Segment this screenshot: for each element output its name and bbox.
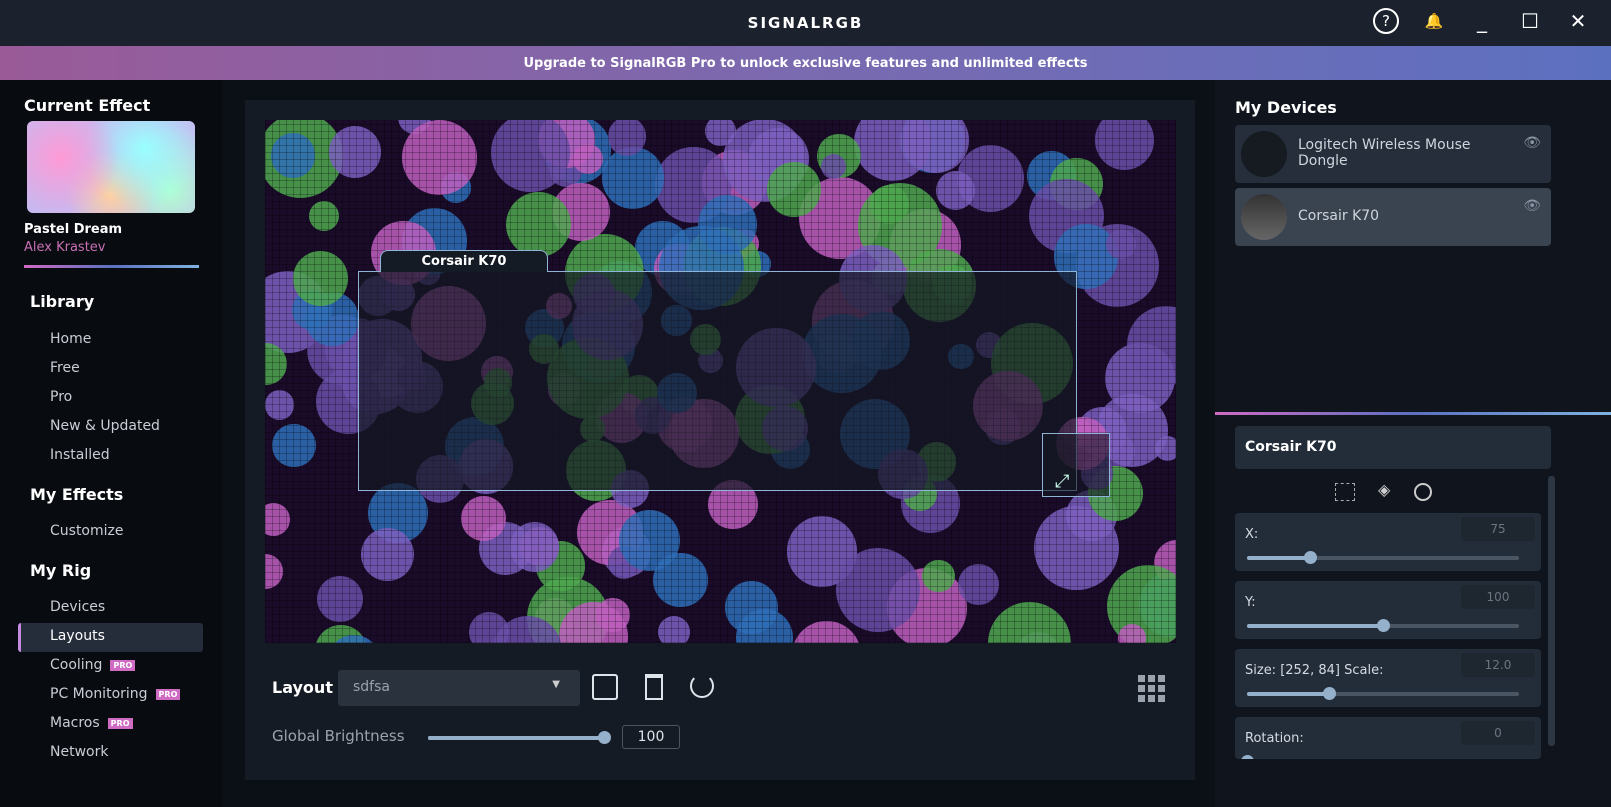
device-label[interactable]: Corsair K70 [380,250,548,272]
nav-pro[interactable]: Pro [50,389,72,405]
nav-devices[interactable]: Devices [50,599,105,615]
center-icon[interactable]: ◈ [1378,480,1390,499]
library-heading: Library [30,292,95,311]
field-label: Y: [1245,595,1256,610]
property-field: X: 75 [1235,513,1541,571]
field-label: Rotation: [1245,731,1304,746]
layout-label: Layout [272,678,333,697]
minimize-button[interactable]: _ [1469,9,1495,33]
effect-author[interactable]: Alex Krastev [24,240,106,255]
device-image [1241,194,1287,240]
reset-icon[interactable] [690,674,714,698]
layout-select[interactable]: sdfsa ▼ [338,670,580,706]
divider [24,265,199,268]
device-image [1241,131,1287,177]
property-field: Y: 100 [1235,581,1541,639]
field-slider[interactable] [1247,619,1519,632]
help-icon[interactable]: ? [1373,8,1399,34]
slider-thumb[interactable] [1303,551,1317,564]
divider [1215,412,1611,415]
my-effects-heading: My Effects [30,485,124,504]
flip-icon[interactable] [1335,483,1355,501]
slider-thumb[interactable] [1322,687,1336,700]
field-label: Size: [252, 84] Scale: [1245,663,1384,678]
maximize-button[interactable]: ☐ [1517,9,1543,33]
upgrade-banner[interactable]: Upgrade to SignalRGB Pro to unlock exclu… [0,46,1611,80]
property-field: Rotation: 0 [1235,717,1541,759]
notification-bell-icon[interactable]: 🔔 [1421,12,1447,30]
save-icon[interactable] [592,674,618,700]
effect-canvas[interactable]: Corsair K70 ⤢ [265,120,1176,643]
nav-pc-monitoring[interactable]: PC Monitoring PRO [50,686,181,702]
device-name: Logitech Wireless Mouse Dongle [1298,137,1471,169]
grid-icon[interactable] [1138,674,1166,702]
field-value-input[interactable]: 75 [1461,517,1535,541]
pro-badge: PRO [155,688,181,700]
nav-home[interactable]: Home [50,331,91,347]
nav-network[interactable]: Network [50,744,108,760]
field-slider[interactable] [1247,551,1519,564]
slider-thumb[interactable] [1241,755,1254,759]
chevron-down-icon: ▼ [552,679,560,690]
selected-indicator [18,623,203,652]
sidebar: Current Effect Pastel Dream Alex Krastev… [0,80,222,807]
eye-icon[interactable]: 👁 [1523,198,1541,214]
nav-label: Cooling [50,657,103,673]
rotate-icon[interactable] [1414,483,1432,501]
device-card[interactable]: Logitech Wireless Mouse Dongle 👁 [1235,125,1551,183]
nav-cooling[interactable]: Cooling PRO [50,657,136,673]
slider-thumb[interactable] [1377,619,1390,632]
pro-badge: PRO [107,717,133,729]
my-rig-heading: My Rig [30,561,92,580]
brightness-value[interactable]: 100 [622,725,680,749]
field-value-input[interactable]: 100 [1461,585,1535,609]
slider-fill [1247,692,1329,696]
current-effect-heading: Current Effect [24,96,151,115]
layout-editor: Corsair K70 ⤢ Layout sdfsa ▼ Global Brigh… [245,100,1195,780]
slider-fill [428,736,604,740]
pro-badge: PRO [110,659,136,671]
nav-installed[interactable]: Installed [50,447,110,463]
layout-select-value: sdfsa [353,679,390,695]
nav-layouts[interactable]: Layouts [50,628,105,644]
eye-icon[interactable]: 👁 [1523,135,1541,151]
brightness-slider[interactable] [428,731,611,744]
app-logo: SIGNALRGB [747,14,864,32]
my-devices-heading: My Devices [1235,98,1337,117]
field-value-input[interactable]: 0 [1461,721,1535,745]
nav-label: PC Monitoring [50,686,148,702]
nav-free[interactable]: Free [50,360,80,376]
effect-thumbnail[interactable] [27,121,195,213]
field-value-input[interactable]: 12.0 [1461,653,1535,677]
field-slider[interactable] [1247,687,1519,700]
close-button[interactable]: ✕ [1565,9,1591,33]
scrollbar[interactable] [1548,476,1555,746]
trash-icon[interactable] [645,674,663,700]
device-corsair-k70-box[interactable] [358,271,1077,491]
slider-fill [1247,556,1310,560]
nav-customize[interactable]: Customize [50,523,124,539]
property-field: Size: [252, 84] Scale: 12.0 [1235,649,1541,707]
title-bar: SIGNALRGB ? 🔔 _ ☐ ✕ [0,0,1611,46]
device-name: Corsair K70 [1298,208,1380,224]
resize-handle-icon[interactable]: ⤢ [1042,433,1110,497]
device-card[interactable]: Corsair K70 👁 [1235,188,1551,246]
brightness-label: Global Brightness [272,727,405,745]
effect-name[interactable]: Pastel Dream [24,222,122,237]
nav-macros[interactable]: Macros PRO [50,715,133,731]
nav-label: Macros [50,715,100,731]
slider-thumb[interactable] [598,731,611,744]
field-label: X: [1245,527,1259,542]
properties-title: Corsair K70 [1235,426,1551,469]
nav-new-updated[interactable]: New & Updated [50,418,160,434]
right-panel: My Devices Logitech Wireless Mouse Dongl… [1215,80,1611,807]
slider-fill [1247,624,1383,628]
